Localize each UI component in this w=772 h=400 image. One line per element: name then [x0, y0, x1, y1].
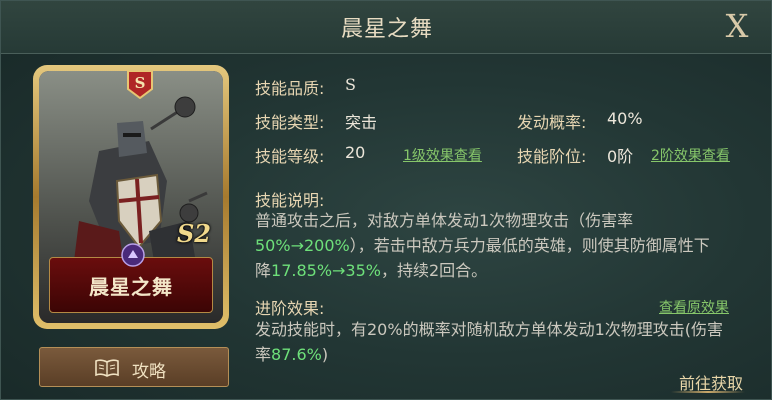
- level-1-effect-link[interactable]: 1级效果查看: [403, 145, 482, 165]
- type-value: 突击: [345, 113, 378, 132]
- card-skill-name: 晨星之舞: [89, 275, 173, 299]
- skill-card: S S2 晨星之舞: [33, 65, 229, 329]
- advanced-effect-text: 发动技能时，有20%的概率对随机敌方单体发动1次物理攻击(伤害率87.6%): [255, 317, 725, 367]
- stage-label: 技能阶位:: [517, 147, 587, 166]
- defense-reduction-highlight: 17.85%→35%: [271, 261, 381, 280]
- quality-value: S: [345, 75, 356, 94]
- guide-button[interactable]: 攻略: [39, 347, 229, 387]
- advanced-damage-highlight: 87.6%: [271, 345, 322, 364]
- rate-value: 40%: [607, 109, 643, 128]
- view-original-effect-link[interactable]: 查看原效果: [659, 297, 729, 317]
- quality-label: 技能品质:: [255, 79, 325, 98]
- season-badge: S2: [176, 219, 211, 248]
- damage-rate-highlight: 50%→200%: [255, 236, 350, 255]
- rank-badge: S: [127, 71, 153, 99]
- stage-value: 0阶: [607, 147, 634, 166]
- skill-detail-panel: 晨星之舞 X S S2 晨星之舞 攻略 技能品质: S 技能类型: 突击 发动概…: [0, 0, 772, 400]
- description-text-3: ，持续2回合。: [381, 261, 488, 280]
- description-text: 普通攻击之后，对敌方单体发动1次物理攻击（伤害率50%→200%），若击中敌方兵…: [255, 208, 725, 283]
- stage-2-effect-link[interactable]: 2阶效果查看: [651, 145, 730, 165]
- level-label: 技能等级:: [255, 147, 325, 166]
- type-label: 技能类型:: [255, 113, 325, 132]
- title-bar: 晨星之舞 X: [1, 1, 771, 54]
- book-icon: [95, 359, 119, 377]
- advanced-text-2: ): [321, 345, 329, 364]
- rank-letter: S: [135, 74, 146, 92]
- assault-type-icon: [121, 243, 145, 267]
- advanced-effect-label: 进阶效果:: [255, 299, 325, 318]
- rate-label: 发动概率:: [517, 113, 587, 132]
- level-value: 20: [345, 143, 366, 162]
- description-text-1: 普通攻击之后，对敌方单体发动1次物理攻击（伤害率: [255, 211, 634, 230]
- card-art-frame: S S2 晨星之舞: [39, 71, 223, 323]
- close-icon[interactable]: X: [719, 7, 755, 45]
- guide-button-label: 攻略: [132, 362, 166, 382]
- go-obtain-underline: [671, 391, 745, 393]
- window-title: 晨星之舞: [340, 17, 433, 42]
